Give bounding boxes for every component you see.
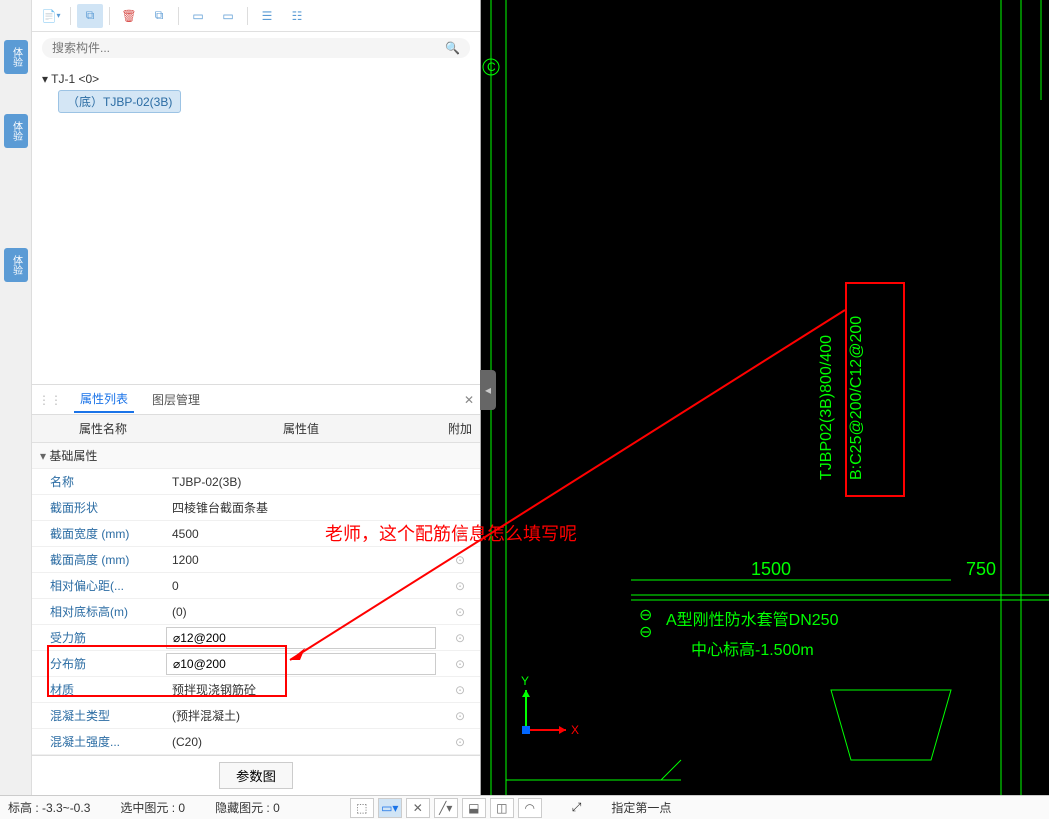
new-icon[interactable]: 📄▾: [38, 4, 64, 28]
lbl-name: 名称: [32, 473, 162, 490]
layer-icon[interactable]: ▭: [185, 4, 211, 28]
val-material[interactable]: 预拌现浇钢筋砼: [166, 683, 256, 697]
lbl-conctype: 混凝土类型: [32, 707, 162, 724]
tool-layer-icon[interactable]: ⬓: [462, 798, 486, 818]
left-panel: 📄▾ ⧉ 🗑 ⧉ ▭ ▭ ☰ ☷ 🔍 ▾ TJ-1 <0> （底）TJBP-02…: [32, 0, 481, 795]
tool-cross-icon[interactable]: ✕: [406, 798, 430, 818]
val-shape[interactable]: 四棱锥台截面条基: [166, 501, 268, 515]
val-name[interactable]: TJBP-02(3B): [166, 475, 241, 489]
svg-text:⊖: ⊖: [639, 624, 652, 641]
paste-icon[interactable]: ⧉: [146, 4, 172, 28]
status-selected: 选中图元 : 0: [120, 799, 185, 816]
header-ext: 附加: [440, 420, 480, 437]
lbl-shape: 截面形状: [32, 499, 162, 516]
delete-icon[interactable]: 🗑: [116, 4, 142, 28]
status-bar: 标高 : -3.3~-0.3 选中图元 : 0 隐藏图元 : 0 ⬚ ▭▾ ✕ …: [0, 795, 1049, 819]
tab-layers[interactable]: 图层管理: [146, 387, 206, 412]
svg-text:中心标高-1.500m: 中心标高-1.500m: [691, 641, 814, 659]
layer2-icon[interactable]: ▭: [215, 4, 241, 28]
lbl-width: 截面宽度 (mm): [32, 525, 162, 542]
sort-icon[interactable]: ☰: [254, 4, 280, 28]
svg-text:A型刚性防水套管DN250: A型刚性防水套管DN250: [666, 611, 839, 629]
copy-icon[interactable]: ⧉: [77, 4, 103, 28]
status-hidden: 隐藏图元 : 0: [215, 799, 280, 816]
tool-line-icon[interactable]: ╱▾: [434, 798, 458, 818]
tool-overlap-icon[interactable]: ◫: [490, 798, 514, 818]
header-val: 属性值: [162, 420, 440, 437]
drag-handle-icon[interactable]: ⋮⋮: [38, 393, 62, 407]
expand-icon[interactable]: ⤢: [572, 800, 582, 815]
svg-text:Y: Y: [521, 674, 529, 688]
svg-text:1500: 1500: [751, 559, 791, 579]
lbl-height: 截面高度 (mm): [32, 551, 162, 568]
val-offset[interactable]: 0: [166, 579, 179, 593]
tree-root[interactable]: ▾ TJ-1 <0>: [42, 72, 470, 86]
component-tree[interactable]: ▾ TJ-1 <0> （底）TJBP-02(3B): [32, 64, 480, 384]
property-tabs: ⋮⋮ 属性列表 图层管理 ✕: [32, 385, 480, 415]
collapse-handle-icon[interactable]: ◂: [480, 370, 496, 410]
header-name: 属性名称: [32, 420, 162, 437]
tree-toolbar: 📄▾ ⧉ 🗑 ⧉ ▭ ▭ ☰ ☷: [32, 0, 480, 32]
svg-text:C: C: [487, 60, 496, 74]
lbl-offset: 相对偏心距(...: [32, 577, 162, 594]
val-mainbar[interactable]: [166, 627, 436, 649]
lbl-material: 材质: [32, 681, 162, 698]
status-prompt: 指定第一点: [611, 799, 671, 816]
annotation-text: 老师，这个配筋信息怎么填写呢: [325, 520, 577, 546]
svg-text:B:C25@200/C12@200: B:C25@200/C12@200: [848, 316, 865, 480]
tab-properties[interactable]: 属性列表: [74, 386, 134, 413]
svg-text:⊖: ⊖: [639, 607, 652, 624]
search-icon[interactable]: 🔍: [445, 41, 460, 55]
val-distbar[interactable]: [166, 653, 436, 675]
svg-text:TJBP02(3B)800/400: TJBP02(3B)800/400: [818, 335, 835, 480]
lbl-concgrade: 混凝土强度...: [32, 733, 162, 750]
badge[interactable]: 体验: [4, 114, 28, 148]
filter-icon[interactable]: ☷: [284, 4, 310, 28]
close-icon[interactable]: ✕: [464, 393, 474, 407]
lbl-distbar: 分布筋: [32, 655, 162, 672]
tool-select-icon[interactable]: ⬚: [350, 798, 374, 818]
svg-text:X: X: [571, 723, 579, 737]
search-input[interactable]: [52, 41, 445, 55]
side-badges: 体验 体验 体验: [0, 0, 32, 795]
val-baseelev[interactable]: (0): [166, 605, 187, 619]
status-elev: 标高 : -3.3~-0.3: [8, 799, 90, 816]
val-height[interactable]: 1200: [166, 553, 199, 567]
tool-rect-icon[interactable]: ▭▾: [378, 798, 402, 818]
lbl-baseelev: 相对底标高(m): [32, 603, 162, 620]
cad-viewport[interactable]: C TJBP02(3B)800/400 B:C25@200/C12@200 15…: [481, 0, 1049, 795]
search-box[interactable]: 🔍: [42, 38, 470, 58]
tool-arc-icon[interactable]: ◠: [518, 798, 542, 818]
svg-text:750: 750: [966, 559, 996, 579]
prop-header: 属性名称 属性值 附加: [32, 415, 480, 443]
badge[interactable]: 体验: [4, 40, 28, 74]
lbl-mainbar: 受力筋: [32, 629, 162, 646]
param-button[interactable]: 参数图: [219, 762, 293, 789]
section-basic[interactable]: 基础属性: [32, 443, 480, 469]
badge[interactable]: 体验: [4, 248, 28, 282]
val-concgrade[interactable]: (C20): [166, 735, 202, 749]
val-conctype[interactable]: (预拌混凝土): [166, 709, 240, 723]
val-width[interactable]: 4500: [166, 527, 199, 541]
tree-item[interactable]: （底）TJBP-02(3B): [58, 90, 181, 113]
